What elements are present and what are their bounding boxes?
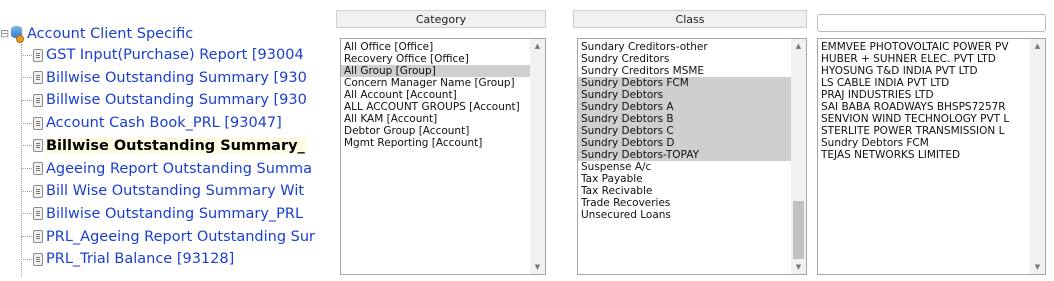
class-option[interactable]: Sundry Debtors A [578,101,791,113]
class-option[interactable]: Sundry Debtors [578,89,791,101]
category-header: Category [336,10,546,28]
report-document-icon [33,71,43,85]
scroll-down-icon[interactable]: ▼ [530,260,545,274]
category-option[interactable]: All KAM [Account] [341,113,530,125]
class-option[interactable]: Sundry Creditors [578,53,791,65]
class-option[interactable]: Trade Recoveries [578,197,791,209]
tree-item[interactable]: Ageeing Report Outstanding Summa [21,158,330,180]
account-option[interactable]: HYOSUNG T&D INDIA PVT LTD [818,65,1030,77]
tree-item-label[interactable]: Billwise Outstanding Summary [930 [46,92,307,108]
category-option[interactable]: All Group [Group] [341,65,530,77]
report-document-icon [33,230,43,244]
report-document-icon [33,93,43,107]
tree-connector [21,54,32,56]
report-document-icon [33,207,43,221]
tree-item[interactable]: Billwise Outstanding Summary_ [21,135,330,157]
tree-connector [21,122,32,124]
class-option[interactable]: Sundry Debtors FCM [578,77,791,89]
category-option[interactable]: ALL ACCOUNT GROUPS [Account] [341,101,530,113]
account-option[interactable]: SENVION WIND TECHNOLOGY PVT L [818,113,1030,125]
tree-item-label[interactable]: Billwise Outstanding Summary [930 [46,70,307,86]
class-option[interactable]: Sundary Creditors-other [578,41,791,53]
category-option[interactable]: Concern Manager Name [Group] [341,77,530,89]
tree-root-label[interactable]: Account Client Specific [27,26,193,42]
scroll-down-icon[interactable]: ▼ [1030,260,1045,274]
class-option[interactable]: Tax Payable [578,173,791,185]
account-scrollbar[interactable]: ▲ ▼ [1030,39,1045,274]
class-option[interactable]: Sundry Creditors MSME [578,65,791,77]
account-option[interactable]: STERLITE POWER TRANSMISSION L [818,125,1030,137]
account-option[interactable]: TEJAS NETWORKS LIMITED [818,149,1030,161]
tree-item[interactable]: PRL_Ageeing Report Outstanding Sur [21,226,330,248]
tree-connector [21,258,32,260]
tree-item[interactable]: Billwise Outstanding Summary [930 [21,67,330,89]
report-tree: ⊟ Account Client Specific GST Input(Purc… [0,0,330,281]
account-option[interactable]: SAI BABA ROADWAYS BHSPS7257R [818,101,1030,113]
category-option[interactable]: Recovery Office [Office] [341,53,530,65]
tree-connector [21,213,32,215]
tree-item[interactable]: Account Cash Book_PRL [93047] [21,112,330,134]
class-header: Class [573,10,807,28]
tree-item-label[interactable]: Account Cash Book_PRL [93047] [46,115,282,131]
account-listbox[interactable]: EMMVEE PHOTOVOLTAIC POWER PV HUBER + SUHN… [817,38,1046,275]
tree-item[interactable]: PRL_Trial Balance [93128] [21,248,330,270]
tree-connector [21,99,32,101]
report-document-icon [33,139,43,153]
class-option[interactable]: Sundry Debtors D [578,137,791,149]
class-option[interactable]: Unsecured Loans [578,209,791,221]
tree-item-label[interactable]: PRL_Trial Balance [93128] [46,251,234,267]
report-document-icon [33,252,43,266]
class-option[interactable]: Sundry Debtors B [578,113,791,125]
report-document-icon [33,48,43,62]
class-option[interactable]: Sundry Debtors-TOPAY [578,149,791,161]
scroll-up-icon[interactable]: ▲ [791,39,806,53]
tree-connector [21,145,32,147]
tree-root-node[interactable]: ⊟ Account Client Specific [0,24,193,44]
tree-item-label[interactable]: PRL_Ageeing Report Outstanding Sur [46,229,315,245]
tree-item[interactable]: Billwise Outstanding Summary [930 [21,89,330,111]
tree-item-label[interactable]: Billwise Outstanding Summary_ [46,137,307,154]
class-option[interactable]: Sundry Debtors C [578,125,791,137]
scroll-up-icon[interactable]: ▲ [530,39,545,53]
account-option[interactable]: HUBER + SUHNER ELEC. PVT LTD [818,53,1030,65]
tree-item-label[interactable]: Bill Wise Outstanding Summary Wit [46,183,304,199]
report-document-icon [33,162,43,175]
class-listbox[interactable]: Sundary Creditors-other Sundry Creditors S… [577,38,807,275]
scroll-down-icon[interactable]: ▼ [791,260,806,274]
report-document-icon [33,184,43,198]
class-option[interactable]: Suspense A/c [578,161,791,173]
scrollbar-thumb[interactable] [793,201,804,259]
scroll-up-icon[interactable]: ▲ [1030,39,1045,53]
category-option[interactable]: All Account [Account] [341,89,530,101]
account-option[interactable]: EMMVEE PHOTOVOLTAIC POWER PV [818,41,1030,53]
database-icon [10,26,24,43]
tree-item-label[interactable]: Billwise Outstanding Summary_PRL [46,206,303,222]
tree-item-label[interactable]: Ageeing Report Outstanding Summa [46,161,312,177]
category-option[interactable]: All Office [Office] [341,41,530,53]
category-listbox[interactable]: All Office [Office] Recovery Office [Offi… [340,38,546,275]
collapse-icon[interactable]: ⊟ [0,24,10,44]
category-option[interactable]: Mgmt Reporting [Account] [341,137,530,149]
account-option[interactable]: Sundry Debtors FCM [818,137,1030,149]
report-document-icon [33,116,43,130]
tree-item[interactable]: GST Input(Purchase) Report [93004 [21,44,330,66]
category-scrollbar[interactable]: ▲ ▼ [530,39,545,274]
tree-connector [21,236,32,238]
tree-connector [21,77,32,79]
class-option[interactable]: Tax Recivable [578,185,791,197]
tree-connector [21,168,32,169]
account-option[interactable]: PRAJ INDUSTRIES LTD [818,89,1030,101]
account-search-input[interactable] [817,14,1046,32]
tree-item-label[interactable]: GST Input(Purchase) Report [93004 [46,47,304,63]
category-option[interactable]: Debtor Group [Account] [341,125,530,137]
class-scrollbar[interactable]: ▲ ▼ [791,39,806,274]
tree-connector [21,190,32,192]
tree-item[interactable]: Bill Wise Outstanding Summary Wit [21,180,330,202]
account-option[interactable]: LS CABLE INDIA PVT LTD [818,77,1030,89]
tree-item[interactable]: Billwise Outstanding Summary_PRL [21,203,330,225]
